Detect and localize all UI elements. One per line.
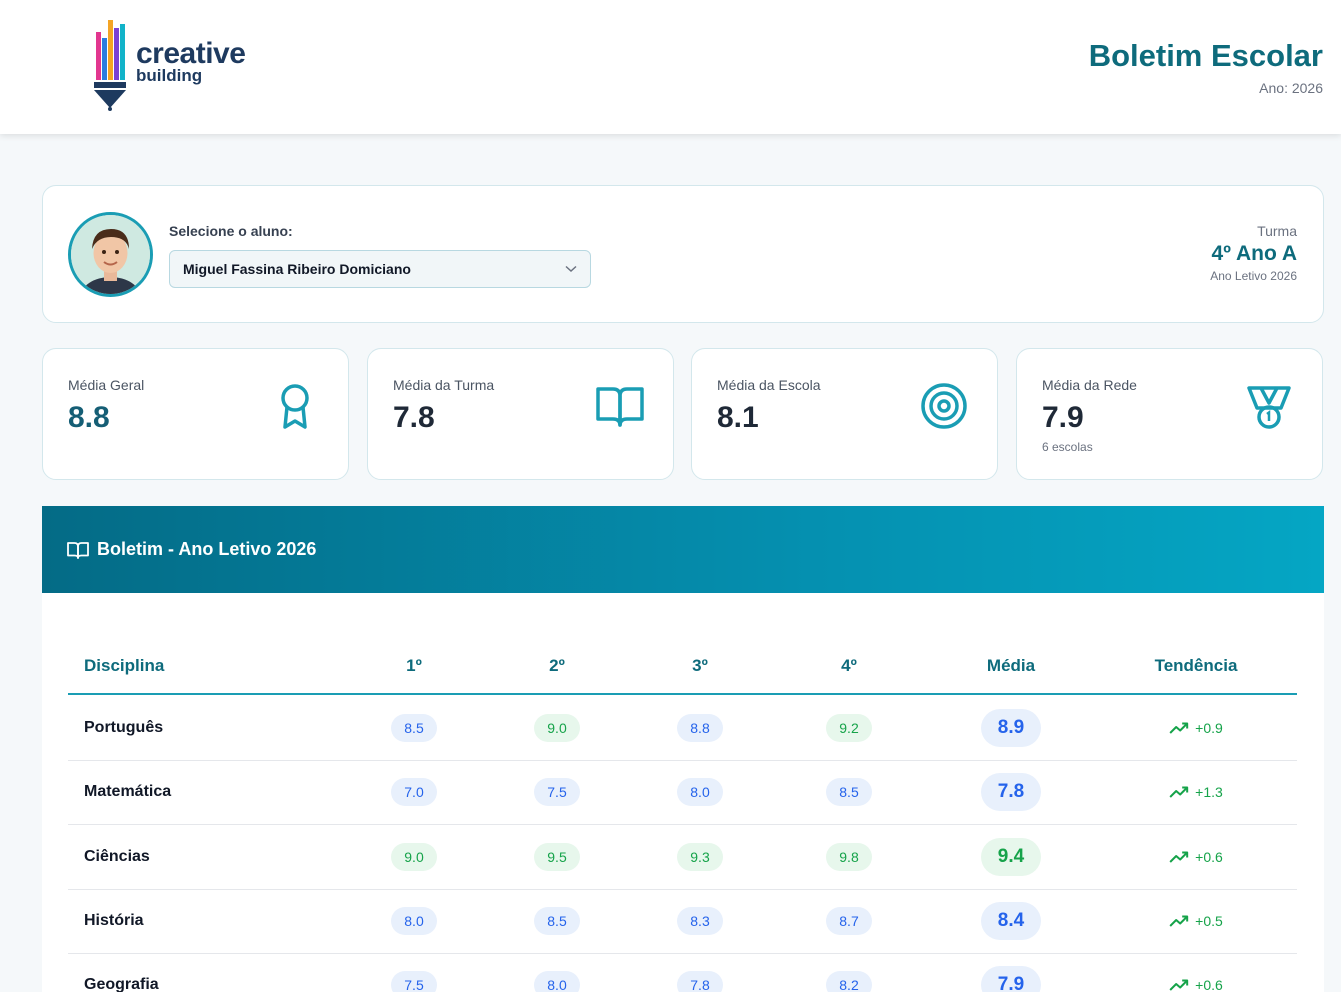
chevron-down-icon: [565, 265, 577, 273]
grade-pill-bimester-4: 9.2: [826, 714, 872, 742]
column-header-disciplina: Disciplina: [84, 656, 165, 675]
turma-value: 4º Ano A: [1211, 242, 1297, 265]
stat-value: 7.8: [393, 401, 435, 434]
stat-card-media-turma: Média da Turma 7.8: [367, 348, 674, 480]
table-header-divider: [68, 693, 1297, 695]
grade-pill-bimester-1: 8.5: [391, 714, 437, 742]
grade-pill-bimester-1: 9.0: [391, 842, 437, 871]
logo-text: creative building: [136, 38, 246, 85]
grade-pill-bimester-2: 8.5: [534, 906, 580, 935]
stat-value: 7.9: [1042, 401, 1084, 434]
stat-value: 8.1: [717, 401, 759, 434]
trending-up-icon: [1169, 979, 1189, 991]
subject-name: Português: [84, 719, 164, 736]
average-pill: 8.9: [981, 709, 1041, 747]
student-avatar-image: [71, 215, 150, 294]
average-pill: 9.4: [981, 837, 1041, 876]
grade-pill-bimester-4: 8.7: [826, 906, 872, 935]
stat-value: 8.8: [68, 401, 110, 434]
grade-pill-bimester-4: 8.5: [826, 778, 872, 807]
trending-up-icon: [1169, 722, 1189, 734]
grade-pill-bimester-3: 9.3: [677, 842, 723, 871]
trend-indicator: +0.6: [1169, 977, 1223, 992]
trend-value: +0.9: [1195, 720, 1223, 736]
average-pill: 7.8: [981, 773, 1041, 812]
trend-indicator: +0.5: [1169, 913, 1223, 929]
trend-value: +0.6: [1195, 977, 1223, 992]
student-card: Selecione o aluno: Miguel Fassina Ribeir…: [42, 185, 1324, 323]
page-title: Boletim Escolar: [1088, 38, 1323, 73]
turma-block: Turma 4º Ano A Ano Letivo 2026: [1210, 223, 1297, 283]
grade-pill-bimester-2: 7.5: [534, 778, 580, 807]
target-icon: [921, 383, 967, 429]
trending-up-icon: [1169, 915, 1189, 927]
award-ribbon-icon: [281, 384, 309, 429]
grade-pill-bimester-3: 8.8: [677, 714, 723, 742]
trend-value: +0.5: [1195, 912, 1223, 929]
turma-school-year: Ano Letivo 2026: [1210, 269, 1297, 283]
column-header-2: 2º: [549, 656, 565, 675]
student-select-value: Miguel Fassina Ribeiro Domiciano: [183, 261, 411, 277]
student-avatar: [68, 212, 153, 297]
grade-pill-bimester-2: 9.0: [534, 714, 580, 742]
trend-indicator: +0.9: [1169, 720, 1223, 736]
grade-pill-bimester-2: 9.5: [534, 842, 580, 871]
subject-name: Geografia: [84, 976, 159, 992]
grade-pill-bimester-3: 8.3: [677, 906, 723, 935]
grade-pill-bimester-1: 7.0: [391, 778, 437, 807]
grade-pill-bimester-1: 7.5: [391, 971, 437, 992]
column-header-1: 1º: [406, 656, 422, 675]
row-divider: [68, 888, 1297, 890]
grade-pill-bimester-4: 8.2: [826, 971, 872, 992]
stat-label: Média da Escola: [717, 377, 821, 393]
column-header-tendencia: Tendência: [1154, 656, 1238, 675]
subject-name: Matemática: [84, 783, 172, 801]
grade-pill-bimester-2: 8.0: [534, 971, 580, 992]
turma-label: Turma: [1257, 223, 1297, 239]
medal-icon: [1247, 386, 1291, 429]
column-header-4: 4º: [841, 656, 857, 675]
title-block: Boletim Escolar Ano: 2026: [1089, 38, 1323, 96]
stat-card-media-rede: Média da Rede 7.9 6 escolas: [1016, 348, 1323, 480]
report-title: Boletim - Ano Letivo 2026: [97, 539, 317, 559]
year-label: Ano: 2026: [1259, 80, 1323, 96]
student-select-label: Selecione o aluno:: [169, 223, 293, 239]
average-pill: 8.4: [981, 901, 1041, 940]
subject-name: História: [84, 911, 144, 929]
column-header-3: 3º: [692, 656, 708, 675]
logo-pencil-icon: [94, 20, 126, 111]
grade-pill-bimester-3: 8.0: [677, 778, 723, 807]
grade-pill-bimester-4: 9.8: [826, 842, 872, 871]
student-select[interactable]: Miguel Fassina Ribeiro Domiciano: [169, 250, 591, 288]
open-book-icon: [67, 541, 89, 559]
trend-value: +0.6: [1195, 848, 1223, 865]
average-pill: 7.9: [981, 966, 1041, 992]
trend-indicator: +0.6: [1169, 849, 1223, 865]
trend-indicator: +1.3: [1169, 784, 1223, 800]
trending-up-icon: [1169, 786, 1189, 799]
trending-up-icon: [1169, 851, 1189, 863]
column-header-media: Média: [986, 656, 1036, 675]
stat-label: Média da Rede: [1042, 377, 1137, 393]
grade-pill-bimester-3: 7.8: [677, 971, 723, 992]
report-card: Boletim - Ano Letivo 2026 Disciplina 1º …: [42, 506, 1324, 992]
row-divider: [68, 824, 1297, 826]
row-divider: [68, 953, 1297, 955]
stat-sub: 6 escolas: [1042, 440, 1093, 454]
stat-card-media-escola: Média da Escola 8.1: [691, 348, 998, 480]
stat-label: Média Geral: [68, 377, 145, 393]
report-header: Boletim - Ano Letivo 2026: [42, 506, 1324, 593]
grade-pill-bimester-1: 8.0: [391, 906, 437, 935]
header: creative building Boletim Escolar Ano: 2…: [0, 0, 1341, 134]
subject-name: Ciências: [84, 847, 150, 865]
trend-value: +1.3: [1195, 784, 1223, 801]
row-divider: [68, 760, 1297, 762]
open-book-icon: [596, 387, 644, 427]
stat-label: Média da Turma: [393, 377, 495, 393]
stat-card-media-geral: Média Geral 8.8: [42, 348, 349, 480]
logo: creative building: [92, 18, 262, 113]
